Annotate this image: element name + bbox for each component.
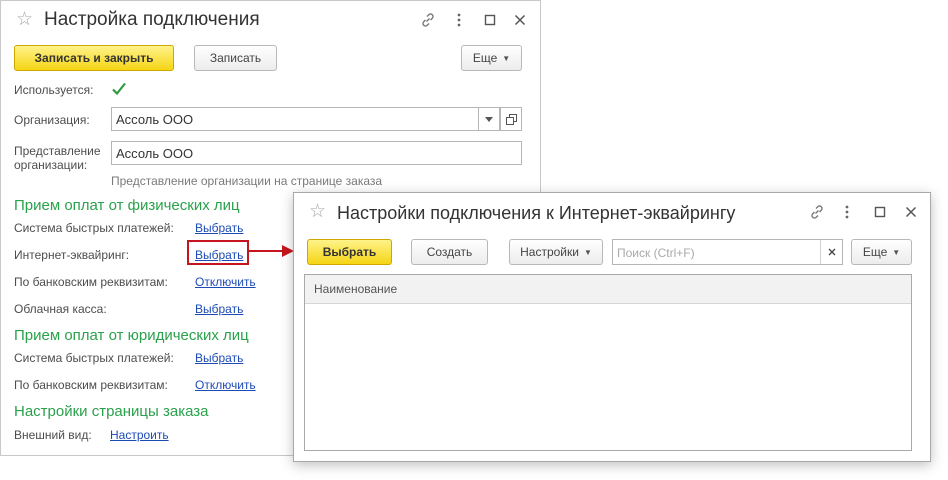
dialog-more-button[interactable]: Еще ▼: [851, 239, 912, 265]
dialog-titlebar: ☆ Настройки подключения к Интернет-эквай…: [294, 193, 930, 233]
more-button-label: Еще: [472, 51, 498, 65]
section-legal-title: Прием оплат от юридических лиц: [14, 327, 249, 344]
individuals-bank-details-label: По банковским реквизитам:: [14, 275, 168, 289]
representation-hint: Представление организации на странице за…: [111, 174, 383, 188]
organization-field[interactable]: Ассоль ООО: [111, 107, 522, 131]
dialog-star-icon[interactable]: ☆: [309, 202, 326, 221]
appearance-label: Внешний вид:: [14, 428, 92, 442]
individuals-fast-payments-label: Система быстрых платежей:: [14, 221, 174, 235]
section-individuals-title: Прием оплат от физических лиц: [14, 197, 240, 214]
appearance-configure-link[interactable]: Настроить: [110, 428, 169, 442]
individuals-cloud-cash-label: Облачная касса:: [14, 302, 107, 316]
individuals-acquiring-label: Интернет-эквайринг:: [14, 248, 130, 262]
individuals-fast-payments-link[interactable]: Выбрать: [195, 221, 243, 235]
used-label: Используется:: [14, 83, 94, 97]
representation-label-line1: Представление: [14, 144, 101, 158]
dialog-select-button[interactable]: Выбрать: [307, 239, 392, 265]
organization-value: Ассоль ООО: [116, 111, 194, 127]
dialog-link-icon[interactable]: [808, 203, 826, 221]
clear-icon: [828, 248, 835, 256]
chevron-down-icon: ▼: [502, 53, 511, 63]
dialog-more-label: Еще: [862, 245, 888, 259]
individuals-cloud-cash-link[interactable]: Выбрать: [195, 302, 243, 316]
legal-fast-payments-label: Система быстрых платежей:: [14, 351, 174, 365]
dialog-maximize-icon[interactable]: [871, 203, 889, 221]
legal-bank-details-label: По банковским реквизитам:: [14, 378, 168, 392]
arrow-right-icon: [249, 245, 294, 257]
save-and-close-button[interactable]: Записать и закрыть: [14, 45, 174, 71]
more-vert-icon[interactable]: [450, 11, 468, 29]
individuals-bank-details-link[interactable]: Отключить: [195, 275, 256, 289]
dialog-settings-button[interactable]: Настройки ▼: [509, 239, 603, 265]
settings-chevron-down-icon: ▼: [583, 247, 592, 257]
legal-bank-details-link[interactable]: Отключить: [195, 378, 256, 392]
section-order-page-title: Настройки страницы заказа: [14, 403, 209, 420]
open-form-icon: [505, 113, 517, 125]
checkmark-icon: [112, 82, 126, 96]
column-name-header[interactable]: Наименование: [314, 282, 397, 296]
star-icon[interactable]: ☆: [16, 10, 33, 29]
representation-label-line2: организации:: [14, 158, 88, 172]
dialog-more-vert-icon[interactable]: [838, 203, 856, 221]
dialog-table[interactable]: Наименование: [304, 274, 912, 451]
search-placeholder: Поиск (Ctrl+F): [617, 246, 695, 260]
representation-value: Ассоль ООО: [116, 145, 194, 161]
main-titlebar: ☆ Настройка подключения: [1, 1, 540, 41]
organization-dropdown-button[interactable]: [478, 107, 500, 131]
close-icon[interactable]: [511, 11, 529, 29]
save-button[interactable]: Записать: [194, 45, 277, 71]
dialog-title: Настройки подключения к Интернет-эквайри…: [337, 203, 736, 223]
acquiring-settings-dialog: ☆ Настройки подключения к Интернет-эквай…: [293, 192, 931, 462]
maximize-icon[interactable]: [481, 11, 499, 29]
dropdown-arrow-icon: [485, 116, 493, 122]
organization-open-button[interactable]: [500, 107, 522, 131]
search-clear-button[interactable]: [820, 240, 842, 264]
acquiring-link-highlight: [187, 240, 249, 265]
main-window-title: Настройка подключения: [44, 9, 260, 30]
dialog-create-button[interactable]: Создать: [411, 239, 488, 265]
organization-label: Организация:: [14, 113, 90, 127]
representation-field[interactable]: Ассоль ООО: [111, 141, 522, 165]
used-checkbox[interactable]: [110, 80, 128, 98]
dialog-close-icon[interactable]: [902, 203, 920, 221]
table-header: Наименование: [305, 275, 911, 304]
dialog-search-input[interactable]: Поиск (Ctrl+F): [612, 239, 843, 265]
more-button[interactable]: Еще ▼: [461, 45, 522, 71]
legal-fast-payments-link[interactable]: Выбрать: [195, 351, 243, 365]
dialog-more-chevron-icon: ▼: [892, 247, 901, 257]
dialog-settings-label: Настройки: [520, 245, 579, 259]
link-icon[interactable]: [419, 11, 437, 29]
